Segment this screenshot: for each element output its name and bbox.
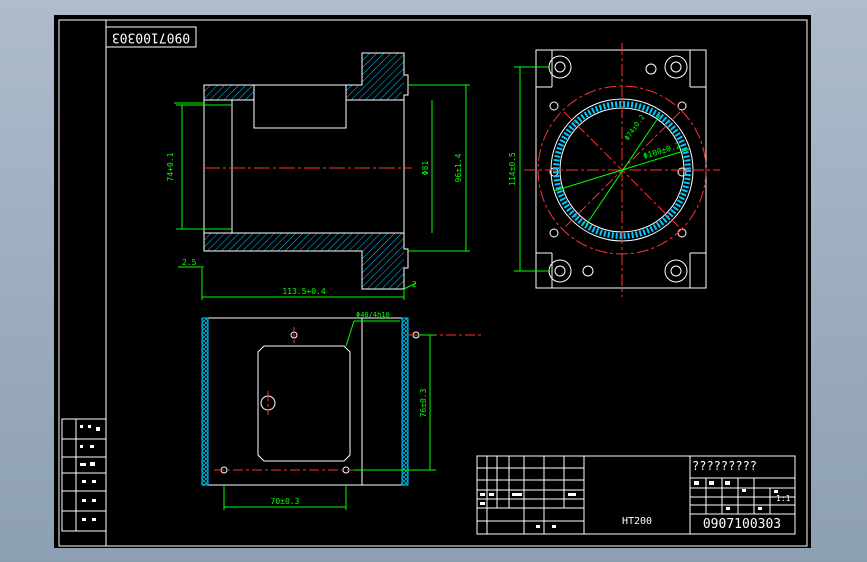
title-drawing-code: 0907100303 [703, 517, 781, 532]
dim-horizontal-70: 70±0.3 [271, 497, 300, 506]
rotated-code-text: 0907100303 [112, 30, 190, 45]
dim-hole-dia: Φ40/4h10 [356, 311, 390, 319]
end-view[interactable]: 114±0.5 Φ100±0.2 Φ74±0.2 [508, 43, 720, 297]
dim-inner-dia: Φ74±0.2 [623, 113, 646, 142]
bottom-view[interactable]: Φ40/4h10 76±0.3 70±0.3 [201, 311, 484, 510]
dim-right-height: 114±0.5 [508, 152, 517, 186]
dim-left-bore: 74+0.1 [166, 152, 175, 181]
cad-viewport[interactable]: 0907100303 74+0.1 Φ81 96±1.4 2.5 113.5+0… [54, 15, 811, 548]
dim-overall-length: 113.5+0.4 [282, 287, 326, 296]
rotated-code-box: 0907100303 [105, 26, 197, 48]
dim-vertical-76: 76±0.3 [419, 388, 428, 417]
title-material: HT200 [622, 516, 652, 527]
section-view[interactable]: 74+0.1 Φ81 96±1.4 2.5 113.5+0.4 2 [166, 52, 470, 300]
dim-wall-offset: 2.5 [182, 258, 197, 267]
dim-center-dia: Φ81 [421, 161, 430, 176]
side-revision-table [61, 418, 107, 532]
dim-flange-gap: 2 [412, 280, 417, 289]
title-drawing-name: ????????? [692, 459, 757, 473]
dim-outer-height: 96±1.4 [454, 153, 463, 182]
title-scale: 1:1 [776, 494, 791, 503]
